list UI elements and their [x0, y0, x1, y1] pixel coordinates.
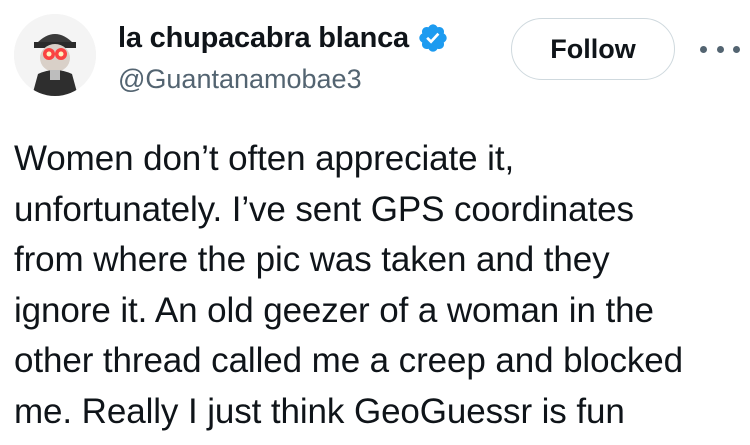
author-name-row[interactable]: la chupacabra blanca	[118, 18, 449, 58]
more-dot	[700, 45, 707, 53]
more-options-icon[interactable]	[700, 36, 740, 62]
more-dot	[733, 45, 740, 53]
follow-button[interactable]: Follow	[511, 18, 675, 80]
more-dot	[716, 45, 724, 53]
avatar[interactable]	[14, 14, 96, 96]
tweet-card: la chupacabra blanca @Guantanamobae3 Fol…	[0, 0, 750, 445]
author-display-name[interactable]: la chupacabra blanca	[118, 22, 409, 55]
verified-badge-icon[interactable]	[417, 22, 449, 54]
avatar-image	[14, 14, 96, 96]
tweet-text: Women don’t often appreciate it, unfortu…	[14, 139, 684, 431]
author-handle[interactable]: @Guantanamobae3	[118, 64, 362, 95]
